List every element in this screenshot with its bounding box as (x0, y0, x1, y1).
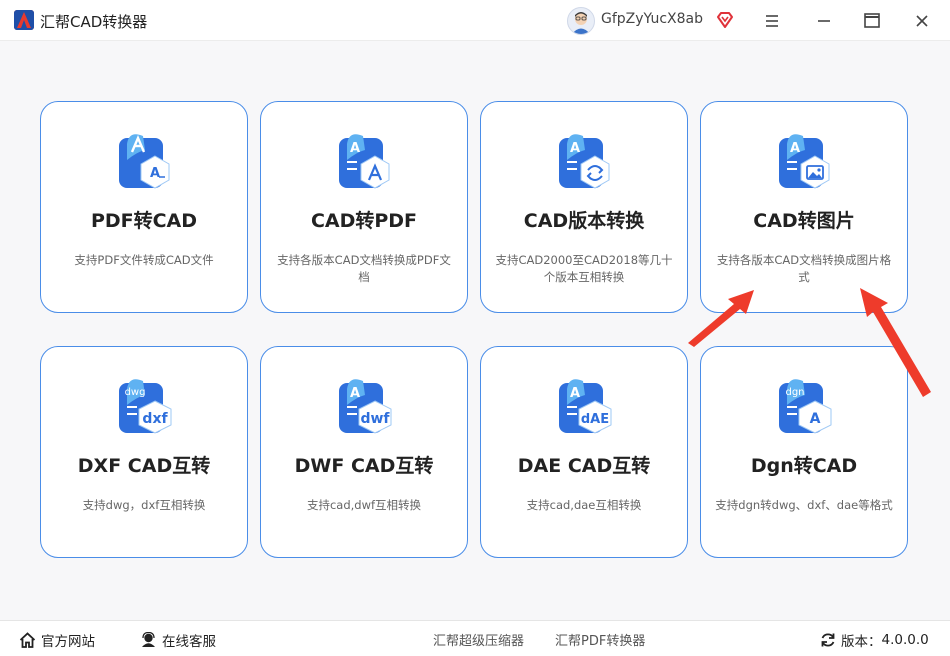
menu-icon[interactable] (759, 8, 785, 34)
card-dxf[interactable]: dwg dxf DXF CAD互转 支持dwg，dxf互相转换 (40, 346, 248, 558)
svg-text:dgn: dgn (785, 387, 804, 398)
dxf-icon: dwg dxf (115, 375, 177, 437)
card-desc: 支持dgn转dwg、dxf、dae等格式 (715, 498, 893, 512)
pdf-to-cad-icon: A (115, 130, 177, 192)
card-desc: 支持各版本CAD文档转换成图片格式 (716, 253, 892, 284)
official-website-link[interactable]: 官方网站 (19, 630, 95, 650)
footer-bar: 官方网站 在线客服 汇帮超级压缩器 汇帮PDF转换器 版本： 4.0.0.0 (0, 620, 950, 656)
card-title: CAD转图片 (753, 210, 855, 232)
maximize-icon[interactable] (859, 8, 885, 34)
svg-text:A: A (150, 166, 160, 181)
online-service-label: 在线客服 (162, 634, 216, 650)
pdf-converter-link[interactable]: 汇帮PDF转换器 (555, 630, 645, 649)
dgn-icon: dgn A (775, 375, 837, 437)
dae-icon: A dAE (555, 375, 617, 437)
card-desc: 支持cad,dae互相转换 (526, 498, 642, 512)
card-title: DWF CAD互转 (294, 455, 434, 477)
version-info: 版本： 4.0.0.0 (820, 630, 929, 650)
card-title: CAD版本转换 (523, 210, 645, 232)
cad-version-icon: A (555, 130, 617, 192)
card-title: CAD转PDF (310, 210, 418, 232)
avatar[interactable] (567, 7, 595, 35)
online-service-link[interactable]: 在线客服 (140, 630, 216, 650)
svg-text:dxf: dxf (142, 411, 168, 427)
compressor-link[interactable]: 汇帮超级压缩器 (433, 630, 524, 649)
close-icon[interactable] (909, 8, 935, 34)
card-desc: 支持PDF文件转成CAD文件 (74, 253, 214, 267)
card-title: DXF CAD互转 (77, 455, 211, 477)
annotation-arrow-right-icon (860, 288, 931, 397)
user-name[interactable]: GfpZyYucX8ab (601, 11, 703, 27)
dwf-icon: A dwf (335, 375, 397, 437)
card-desc: 支持dwg，dxf互相转换 (82, 498, 206, 512)
card-cad-to-pdf[interactable]: A CAD转PDF 支持各版本CAD文档转换成PDF文档 (260, 101, 468, 313)
app-logo-icon (14, 10, 34, 30)
card-desc: 支持cad,dwf互相转换 (306, 498, 422, 512)
svg-text:dAE: dAE (581, 412, 609, 427)
annotation-arrow-left-icon (688, 290, 754, 347)
card-cad-version[interactable]: A CAD版本转换 支持CAD2000至CAD2018等几十个版本互相转换 (480, 101, 688, 313)
card-desc: 支持CAD2000至CAD2018等几十个版本互相转换 (495, 253, 673, 284)
version-label: 版本： (841, 634, 882, 650)
title-bar: 汇帮CAD转换器 GfpZyYucX8ab (0, 0, 950, 41)
cad-to-pdf-icon: A (335, 130, 397, 192)
card-title: DAE CAD互转 (517, 455, 651, 477)
version-number: 4.0.0.0 (881, 632, 929, 648)
card-title: PDF转CAD (90, 210, 198, 232)
svg-text:A: A (810, 411, 821, 427)
svg-text:A: A (790, 141, 800, 156)
svg-text:A: A (570, 141, 580, 156)
home-icon (19, 632, 36, 648)
card-cad-to-image[interactable]: A CAD转图片 支持各版本CAD文档转换成图片格式 (700, 101, 908, 313)
card-dwf[interactable]: A dwf DWF CAD互转 支持cad,dwf互相转换 (260, 346, 468, 558)
svg-text:A: A (570, 386, 580, 401)
svg-text:dwf: dwf (360, 411, 390, 427)
svg-text:A: A (350, 141, 360, 156)
card-dae[interactable]: A dAE DAE CAD互转 支持cad,dae互相转换 (480, 346, 688, 558)
svg-text:dwg: dwg (125, 387, 146, 398)
card-title: Dgn转CAD (750, 455, 858, 477)
card-pdf-to-cad[interactable]: A PDF转CAD 支持PDF文件转成CAD文件 (40, 101, 248, 313)
refresh-icon (821, 633, 835, 647)
cad-to-image-icon: A (775, 130, 837, 192)
app-title: 汇帮CAD转换器 (40, 13, 148, 31)
customer-service-icon (142, 632, 155, 647)
minimize-icon[interactable] (811, 8, 837, 34)
official-website-label: 官方网站 (41, 634, 95, 650)
svg-text:A: A (350, 386, 360, 401)
card-desc: 支持各版本CAD文档转换成PDF文档 (277, 253, 451, 284)
vip-diamond-icon[interactable] (716, 11, 734, 29)
